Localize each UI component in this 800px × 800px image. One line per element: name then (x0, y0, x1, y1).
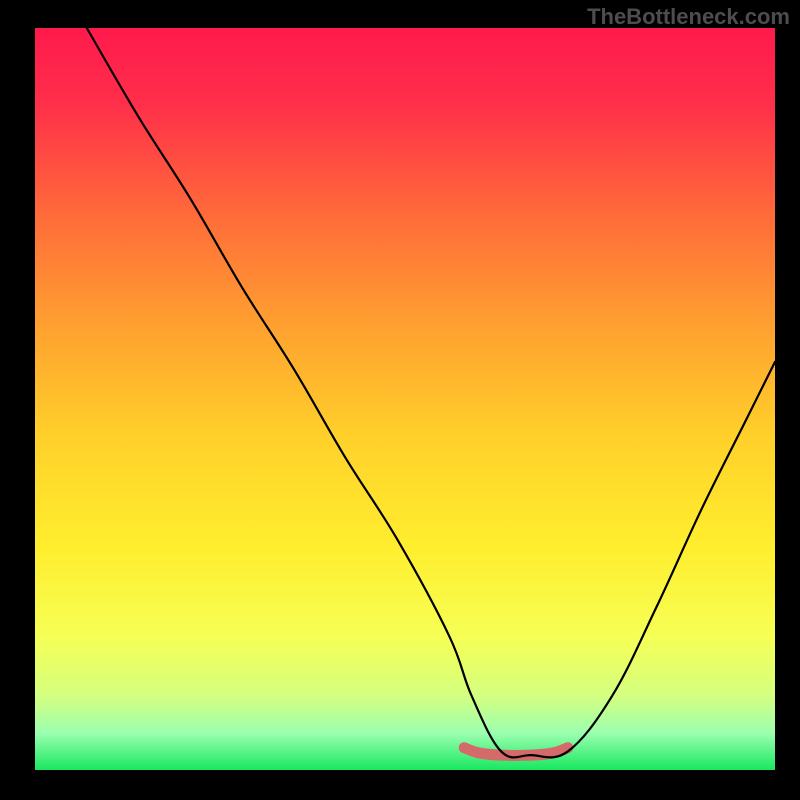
bottleneck-chart (0, 0, 800, 800)
chart-frame: TheBottleneck.com (0, 0, 800, 800)
watermark-text: TheBottleneck.com (587, 4, 790, 30)
plot-background (35, 28, 775, 770)
